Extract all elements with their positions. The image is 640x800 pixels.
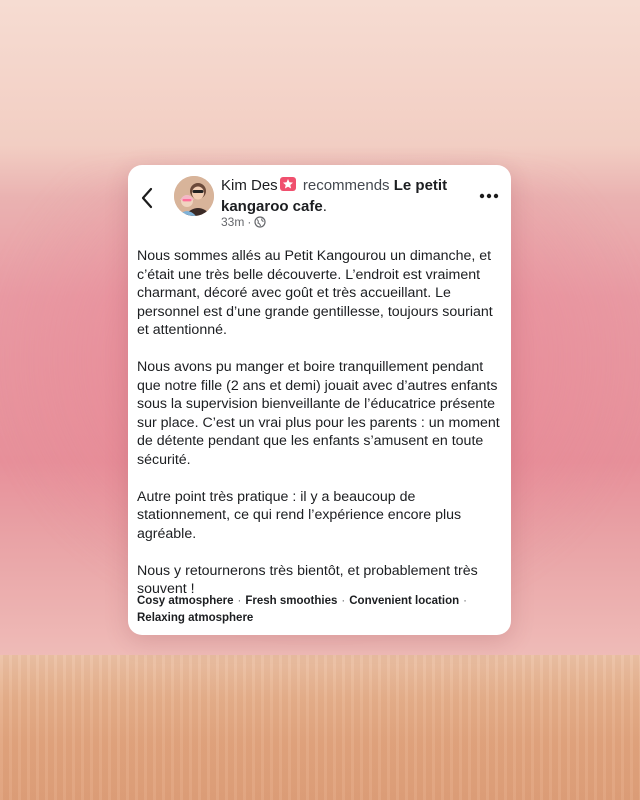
post-header: Kim Des recommends Le petit kangaroo caf…: [221, 175, 471, 217]
place-suffix: .: [322, 198, 327, 215]
author-name[interactable]: Kim Des: [221, 177, 278, 194]
tag-separator: ·: [341, 595, 346, 607]
place-name-line1[interactable]: Le petit: [394, 177, 447, 194]
more-options-icon[interactable]: [479, 187, 499, 199]
tag-list: Cosy atmosphere · Fresh smoothies · Convenie…: [137, 593, 507, 627]
tag-separator: ·: [237, 595, 242, 607]
tag-separator: ·: [463, 595, 467, 607]
paragraph: Autre point très pratique : il y a beauc…: [137, 488, 462, 542]
tag-item[interactable]: Convenient location: [349, 595, 459, 607]
post-meta: 33m ·: [221, 215, 266, 229]
recommendation-badge-icon: [279, 177, 296, 191]
recommendation-post-card: Kim Des recommends Le petit kangaroo caf…: [128, 165, 511, 635]
paragraph: Nous sommes allés au Petit Kangourou un …: [137, 248, 493, 338]
meta-separator: ·: [247, 215, 252, 229]
tag-item[interactable]: Fresh smoothies: [245, 595, 337, 607]
background-table: [0, 655, 640, 800]
post-time[interactable]: 33m: [221, 215, 244, 229]
post-body: Nous sommes allés au Petit Kangourou un …: [137, 247, 507, 599]
chevron-left-icon[interactable]: [140, 187, 158, 209]
paragraph: Nous avons pu manger et boire tranquille…: [137, 359, 500, 468]
globe-icon: [254, 216, 266, 228]
tag-item[interactable]: Relaxing atmosphere: [137, 612, 253, 624]
place-name-line2[interactable]: kangaroo cafe: [221, 198, 323, 215]
recommends-text: recommends: [302, 177, 390, 194]
tag-item[interactable]: Cosy atmosphere: [137, 595, 234, 607]
avatar[interactable]: [174, 176, 214, 216]
